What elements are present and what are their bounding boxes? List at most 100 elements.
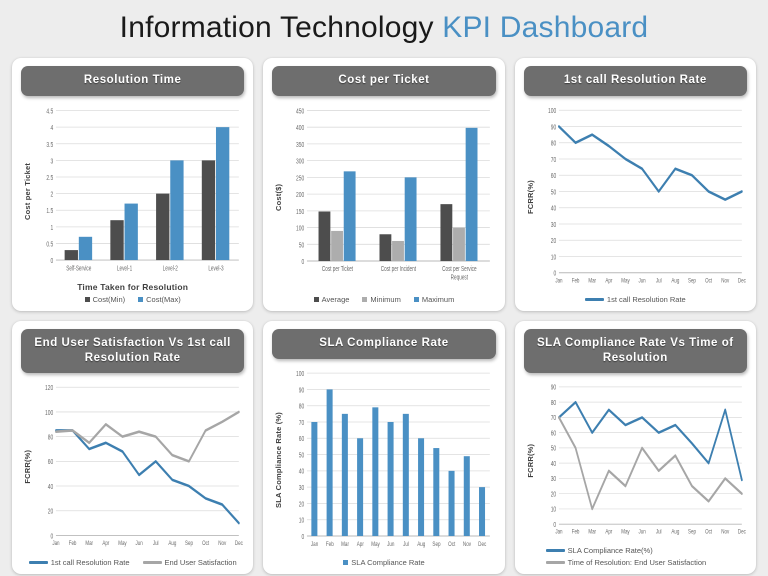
legend-item[interactable]: Time of Resolution: End User Satisfactio… [545, 558, 707, 567]
chart-legend-end-user-satisfaction-vs-fcrr[interactable]: 1st call Resolution Rate End User Satisfa… [21, 555, 244, 568]
legend-label: SLA Compliance Rate(%) [567, 546, 653, 555]
svg-text:Jun: Jun [135, 541, 142, 548]
svg-text:4.5: 4.5 [46, 108, 53, 116]
legend-item[interactable]: SLA Compliance Rate(%) [545, 546, 653, 555]
chart-card-sla-compliance-rate[interactable]: SLA Compliance Rate SLA Compliance Rate … [263, 321, 505, 574]
legend-item[interactable]: End User Satisfaction [142, 558, 237, 567]
legend-label: Average [321, 295, 350, 304]
svg-text:0: 0 [50, 257, 53, 265]
svg-text:Apr: Apr [605, 529, 612, 536]
svg-text:450: 450 [296, 107, 305, 115]
svg-text:Request: Request [451, 275, 469, 282]
svg-text:Feb: Feb [326, 541, 334, 548]
plot-area-first-call-resolution-rate: FCRR(%) 0 10 20 30 40 50 60 70 80 90 100 Jan Feb Mar A… [524, 96, 747, 305]
svg-text:Jul: Jul [403, 541, 409, 548]
legend-item[interactable]: Minimum [362, 295, 401, 304]
svg-text:2.5: 2.5 [46, 174, 53, 182]
svg-text:40: 40 [550, 460, 556, 468]
legend-label: Minimum [370, 295, 401, 304]
svg-text:100: 100 [45, 409, 54, 417]
svg-text:Mar: Mar [588, 278, 596, 285]
legend-line-swatch-icon [545, 549, 565, 552]
chart-legend-sla-compliance-vs-time-of-resolution[interactable]: SLA Compliance Rate(%) Time of Resolution… [524, 543, 747, 568]
legend-item[interactable]: 1st call Resolution Rate [584, 295, 686, 304]
svg-text:30: 30 [550, 221, 556, 229]
svg-text:Cost per Ticket: Cost per Ticket [322, 266, 353, 273]
svg-text:Sep: Sep [688, 278, 696, 285]
legend-square-swatch-icon [313, 297, 319, 302]
legend-label: Time of Resolution: End User Satisfactio… [567, 558, 707, 567]
svg-text:Jul: Jul [656, 278, 662, 285]
chart-card-sla-compliance-vs-time-of-resolution[interactable]: SLA Compliance Rate Vs Time of Resolutio… [514, 321, 756, 574]
chart-svg-first-call-resolution-rate: 0102030405060708090100Jan Feb Mar Apr May Jun… [548, 107, 746, 285]
svg-text:100: 100 [296, 225, 305, 233]
legend-item[interactable]: Average [313, 295, 350, 304]
svg-text:10: 10 [299, 517, 305, 525]
chart-svg-cost-per-ticket: 0 50 100 150 200 250 300 350 400 450 Cost per Tick… [296, 107, 491, 282]
svg-text:100: 100 [548, 107, 557, 115]
chart-legend-sla-compliance-rate[interactable]: SLA Compliance Rate [272, 555, 495, 568]
svg-text:400: 400 [296, 124, 305, 132]
svg-text:Jul: Jul [153, 541, 159, 548]
chart-legend-cost-per-ticket[interactable]: Average Minimum Maximum [272, 292, 495, 305]
svg-text:250: 250 [296, 174, 305, 182]
plot-area-resolution-time: Cost per Ticket 0 0.5 1 1.5 2 2.5 3 3.5 4 4.5 Self… [21, 96, 244, 305]
svg-text:Mar: Mar [85, 541, 93, 548]
svg-text:Apr: Apr [102, 541, 109, 548]
svg-text:Level-1: Level-1 [117, 264, 133, 272]
page-title-main: Information Technology [119, 11, 443, 44]
svg-text:50: 50 [299, 241, 305, 249]
x-axis-label-resolution-time: Time Taken for Resolution [77, 282, 189, 292]
svg-text:0: 0 [302, 258, 305, 266]
chart-legend-resolution-time[interactable]: Cost(Min) Cost(Max) [21, 292, 244, 305]
legend-item[interactable]: Cost(Min) [84, 295, 126, 304]
legend-label: End User Satisfaction [164, 558, 237, 567]
svg-text:300: 300 [296, 158, 305, 166]
svg-text:Oct: Oct [202, 541, 209, 548]
svg-text:Level-2: Level-2 [163, 264, 179, 272]
svg-text:Level-3: Level-3 [208, 264, 224, 272]
chart-title-first-call-resolution-rate: 1st call Resolution Rate [523, 66, 747, 96]
svg-text:20: 20 [550, 491, 556, 499]
svg-text:Sep: Sep [433, 541, 441, 548]
chart-card-cost-per-ticket[interactable]: Cost per Ticket Cost($) 0 50 100 150 200 250 3… [263, 58, 505, 311]
svg-text:120: 120 [45, 385, 54, 393]
legend-item[interactable]: Maximum [413, 295, 454, 304]
svg-text:80: 80 [550, 399, 556, 407]
chart-svg-resolution-time: 0 0.5 1 1.5 2 2.5 3 3.5 4 4.5 Self-Service Level-1 L… [46, 108, 239, 273]
svg-text:20: 20 [299, 500, 305, 508]
svg-text:May: May [621, 529, 630, 536]
svg-text:10: 10 [550, 506, 556, 514]
legend-item[interactable]: Cost(Max) [138, 295, 181, 304]
chart-card-first-call-resolution-rate[interactable]: 1st call Resolution Rate FCRR(%) 0 10 20 30… [514, 58, 756, 311]
legend-line-swatch-icon [142, 561, 162, 564]
svg-text:May: May [118, 541, 127, 548]
svg-text:10: 10 [550, 253, 556, 261]
svg-text:Feb: Feb [69, 541, 77, 548]
svg-text:Aug: Aug [671, 278, 679, 285]
legend-item[interactable]: 1st call Resolution Rate [28, 558, 130, 567]
legend-item[interactable]: SLA Compliance Rate [343, 558, 425, 567]
plot-area-sla-compliance-rate: SLA Compliance Rate (%) 0 10 20 30 40 50 60 70 8… [272, 359, 495, 568]
svg-text:Apr: Apr [357, 541, 364, 548]
svg-text:Sep: Sep [688, 529, 696, 536]
y-axis-label-sla-compliance-vs-time-of-resolution: FCRR(%) [525, 444, 535, 479]
svg-text:Jan: Jan [555, 278, 562, 285]
chart-title-sla-compliance-vs-time-of-resolution: SLA Compliance Rate Vs Time of Resolutio… [523, 329, 747, 374]
legend-label: SLA Compliance Rate [351, 558, 425, 567]
svg-text:70: 70 [550, 415, 556, 423]
svg-text:50: 50 [550, 445, 556, 453]
legend-label: Cost(Min) [92, 295, 126, 304]
svg-text:150: 150 [296, 208, 305, 216]
legend-square-swatch-icon [84, 297, 90, 302]
chart-legend-first-call-resolution-rate[interactable]: 1st call Resolution Rate [524, 292, 747, 305]
chart-card-end-user-satisfaction-vs-fcrr[interactable]: End User Satisfaction Vs 1st call Resolu… [12, 321, 254, 574]
legend-square-swatch-icon [362, 297, 368, 302]
chart-title-cost-per-ticket: Cost per Ticket [272, 66, 496, 96]
svg-text:Jun: Jun [638, 278, 645, 285]
svg-text:May: May [621, 278, 630, 285]
y-axis-label-resolution-time: Cost per Ticket [23, 162, 32, 220]
chart-card-resolution-time[interactable]: Resolution Time Cost per Ticket 0 0.5 1 1.5… [12, 58, 254, 311]
svg-text:20: 20 [550, 237, 556, 245]
svg-text:Oct: Oct [705, 529, 712, 536]
